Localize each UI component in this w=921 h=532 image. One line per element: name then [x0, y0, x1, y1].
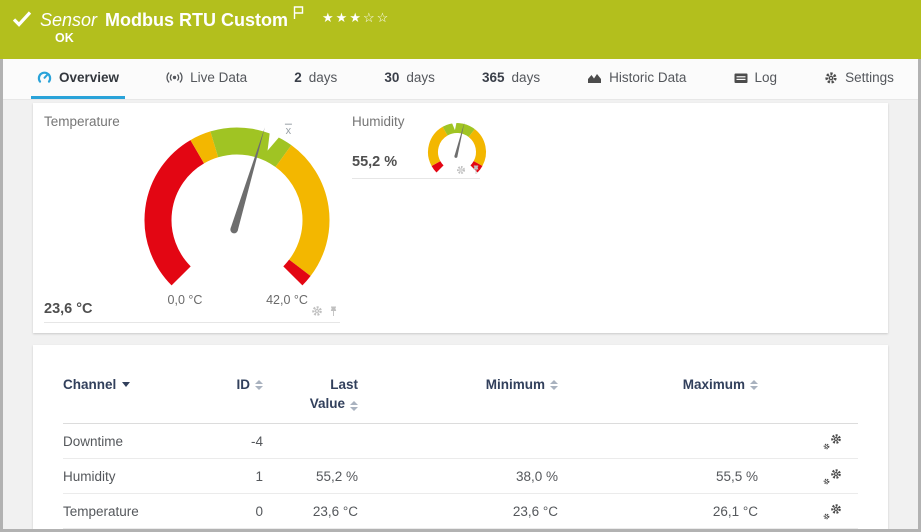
channel-settings-icon[interactable] [823, 433, 842, 450]
sort-icon [255, 380, 263, 390]
tab-overview[interactable]: Overview [31, 59, 126, 99]
channel-minimum: 38,0 % [515, 468, 558, 484]
sensor-tab-bar: Overview Live Data 2 days 30 days 365 da… [3, 59, 918, 100]
table-row-humidity: Humidity 1 55,2 % 38,0 % 55,5 % [63, 459, 858, 494]
channel-maximum: 26,1 °C [712, 503, 758, 519]
channel-name: Downtime [63, 433, 124, 449]
prtg-sensor-window: Sensor Modbus RTU Custom ★★★☆☆ OK Overvi… [0, 0, 921, 532]
sort-icon [750, 380, 758, 390]
stars-filled: ★★★ [322, 10, 363, 25]
tab-historic-data[interactable]: Historic Data [581, 59, 692, 99]
tab-30-days[interactable]: 30 days [378, 59, 441, 99]
svg-text:x: x [286, 125, 292, 137]
temperature-gauge-tile: Temperature x 0,0 °C 42,0 °C 23,6 °C [44, 112, 340, 323]
tab-settings[interactable]: Settings [818, 59, 900, 99]
channel-minimum: 23,6 °C [512, 503, 558, 519]
column-header-maximum[interactable]: Maximum [558, 375, 758, 394]
log-icon [734, 72, 748, 84]
column-header-channel[interactable]: Channel [63, 375, 203, 394]
window-border [0, 59, 3, 532]
sensor-title: Modbus RTU Custom [105, 10, 289, 30]
channels-table-panel: Channel ID Last Value Minimum Maximum Do… [33, 345, 888, 532]
stars-empty: ☆☆ [363, 10, 391, 25]
gauge-title: Humidity [352, 114, 405, 129]
gauge-value: 23,6 °C [44, 301, 93, 317]
tab-log[interactable]: Log [728, 59, 784, 99]
gauge-value: 55,2 % [352, 154, 398, 170]
humidity-gauge-tile: Humidity 55,2 % [352, 112, 486, 179]
channels-table: Channel ID Last Value Minimum Maximum Do… [33, 345, 888, 529]
channel-name: Temperature [63, 503, 139, 519]
sort-icon [350, 401, 358, 411]
pin-icon[interactable] [472, 165, 480, 175]
channel-last-value: 55,2 % [315, 468, 358, 484]
channel-name: Humidity [63, 468, 116, 484]
channel-settings-icon[interactable] [823, 503, 842, 520]
tab-365-days[interactable]: 365 days [476, 59, 546, 99]
column-header-id[interactable]: ID [203, 375, 263, 394]
channel-id: 1 [255, 468, 263, 484]
gear-icon[interactable] [456, 165, 466, 175]
sort-desc-icon [122, 382, 131, 387]
sensor-kind-label: Sensor [40, 10, 98, 30]
gear-icon [824, 71, 838, 85]
live-data-icon [166, 71, 183, 84]
temperature-gauge: x [144, 123, 330, 286]
historic-data-icon [587, 72, 602, 84]
sensor-status-text: OK [55, 31, 74, 45]
table-header-row: Channel ID Last Value Minimum Maximum [63, 375, 858, 424]
channel-id: 0 [255, 503, 263, 519]
sort-icon [550, 380, 558, 390]
channel-last-value: 23,6 °C [312, 503, 358, 519]
table-row-downtime: Downtime -4 [63, 424, 858, 459]
ok-check-icon [12, 11, 32, 27]
channel-settings-icon[interactable] [823, 468, 842, 485]
priority-rating[interactable]: ★★★☆☆ [322, 8, 390, 28]
channel-id: -4 [250, 433, 263, 449]
tab-2-days[interactable]: 2 days [288, 59, 343, 99]
channel-maximum: 55,5 % [715, 468, 758, 484]
column-header-last-value[interactable]: Last Value [263, 375, 358, 413]
table-row-temperature: Temperature 0 23,6 °C 23,6 °C 26,1 °C [63, 494, 858, 529]
sensor-status-banner: Sensor Modbus RTU Custom ★★★☆☆ OK [0, 0, 921, 59]
priority-flag-icon[interactable] [293, 6, 304, 20]
gauge-title: Temperature [44, 114, 120, 129]
gear-icon[interactable] [311, 305, 323, 317]
gauge-scale-min: 0,0 °C [167, 293, 203, 307]
gauges-panel: Temperature x 0,0 °C 42,0 °C 23,6 °C Hum… [33, 103, 888, 333]
gauge-scale-max: 42,0 °C [266, 293, 308, 307]
pin-icon[interactable] [329, 306, 338, 317]
tab-live-data[interactable]: Live Data [160, 59, 253, 99]
gauge-icon [37, 70, 52, 85]
column-header-minimum[interactable]: Minimum [358, 375, 558, 394]
